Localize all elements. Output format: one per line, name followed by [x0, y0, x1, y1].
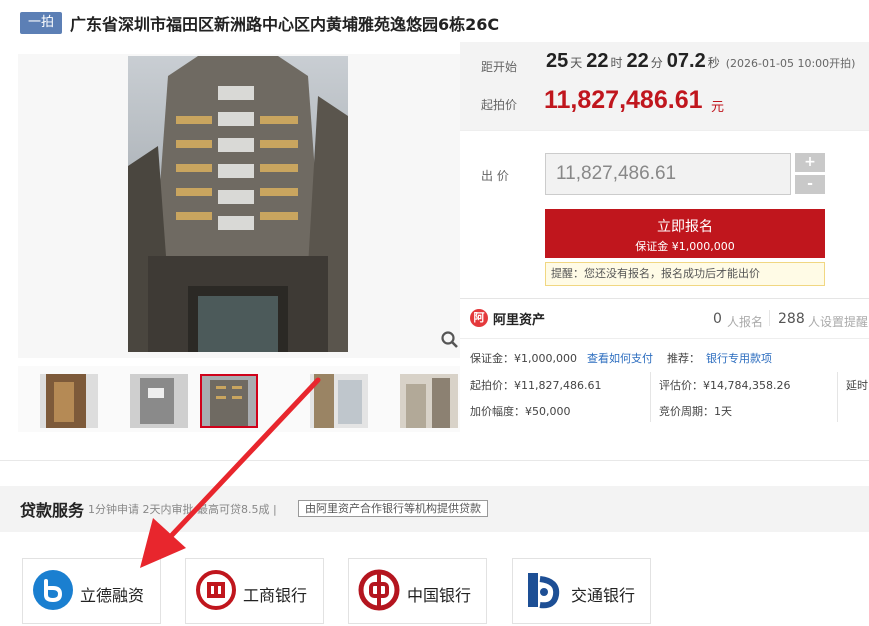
signup-count: 0: [713, 311, 722, 327]
section-divider: [0, 460, 869, 461]
valuation-detail: 评估价：¥14,784,358.26: [659, 379, 791, 392]
start-price-detail: 起拍价：¥11,827,486.61: [470, 379, 602, 392]
countdown-days: 25: [546, 50, 569, 72]
bid-amount-input[interactable]: 11,827,486.61: [545, 153, 791, 195]
countdown-hours: 22: [586, 50, 609, 72]
thumbnail-4[interactable]: [310, 374, 368, 428]
auction-round-badge: 一拍: [20, 12, 62, 34]
start-price-value: 11,827,486.61: [544, 86, 703, 114]
loan-service-desc: 1分钟申请 2天内审批 最高可贷8.5成 |: [88, 503, 277, 516]
countdown-minutes-unit: 分: [650, 56, 663, 70]
lide-finance-icon: [32, 569, 74, 615]
bocom-logo-icon: [522, 569, 564, 615]
loan-provider-tag: 由阿里资产合作银行等机构提供贷款: [298, 500, 488, 517]
thumbnail-5[interactable]: [400, 374, 458, 428]
ali-assets-logo-text: 阿里资产: [493, 313, 546, 328]
ali-assets-logo-icon: 阿: [470, 309, 488, 327]
signup-now-button[interactable]: 立即报名 保证金 ¥1,000,000: [545, 209, 825, 258]
countdown-minutes: 22: [626, 50, 649, 72]
start-price-label: 起拍价: [481, 98, 518, 112]
countdown-timer: 25 天 22 时 22 分 07.2 秒 (2026-01-05 10:00开拍): [546, 50, 855, 73]
zoom-icon[interactable]: [440, 330, 460, 350]
signup-button-label: 立即报名: [657, 219, 713, 235]
loan-service-title: 贷款服务: [20, 501, 85, 520]
countdown-seconds-unit: 秒: [707, 56, 720, 70]
bank-name-boc: 中国银行: [407, 586, 472, 605]
increment-detail: 加价幅度：¥50,000: [470, 405, 571, 418]
countdown-hours-unit: 时: [610, 56, 623, 70]
reminder-count: 288: [778, 311, 805, 327]
signup-count-label: 人报名: [727, 315, 764, 329]
deposit-detail: 保证金：¥1,000,000: [470, 352, 577, 365]
thumbnail-1[interactable]: [40, 374, 98, 428]
bid-decrease-button[interactable]: -: [795, 175, 825, 194]
signup-deposit-label: 保证金 ¥1,000,000: [635, 240, 735, 253]
bank-name-lide: 立德融资: [80, 586, 145, 605]
detail-divider-1: [650, 372, 651, 422]
signup-reminder: 提醒：您还没有报名，报名成功后才能出价: [545, 262, 825, 286]
page-title: 广东省深圳市福田区新洲路中心区内黄埔雅苑逸悠园6栋26C: [70, 15, 500, 34]
countdown-label: 距开始: [481, 60, 518, 74]
bank-name-bocom: 交通银行: [571, 586, 636, 605]
bank-account-link[interactable]: 银行专用款项: [706, 350, 772, 366]
recommend-label: 推荐：: [667, 352, 700, 365]
how-to-pay-link[interactable]: 查看如何支付: [587, 350, 653, 366]
thumbnail-2[interactable]: [130, 374, 188, 428]
boc-logo-icon: [358, 569, 400, 615]
auction-start-time: (2026-01-05 10:00开拍): [725, 57, 856, 70]
bid-increase-button[interactable]: +: [795, 153, 825, 172]
cycle-detail: 竞价周期：1天: [659, 405, 732, 418]
icbc-logo-icon: [195, 569, 237, 615]
delay-detail: 延时: [846, 379, 868, 392]
main-property-photo[interactable]: [128, 56, 348, 352]
detail-divider-2: [837, 372, 838, 422]
title-bar: 一拍 广东省深圳市福田区新洲路中心区内黄埔雅苑逸悠园6栋26C: [0, 0, 869, 45]
start-price-unit: 元: [711, 100, 725, 115]
countdown-seconds: 07.2: [666, 50, 706, 72]
thumbnail-3-active[interactable]: [200, 374, 258, 428]
reminder-count-label: 人设置提醒: [808, 315, 869, 329]
stat-divider: [769, 310, 770, 326]
countdown-days-unit: 天: [570, 56, 583, 70]
bank-name-icbc: 工商银行: [243, 586, 308, 605]
bid-label: 出 价: [481, 169, 509, 183]
